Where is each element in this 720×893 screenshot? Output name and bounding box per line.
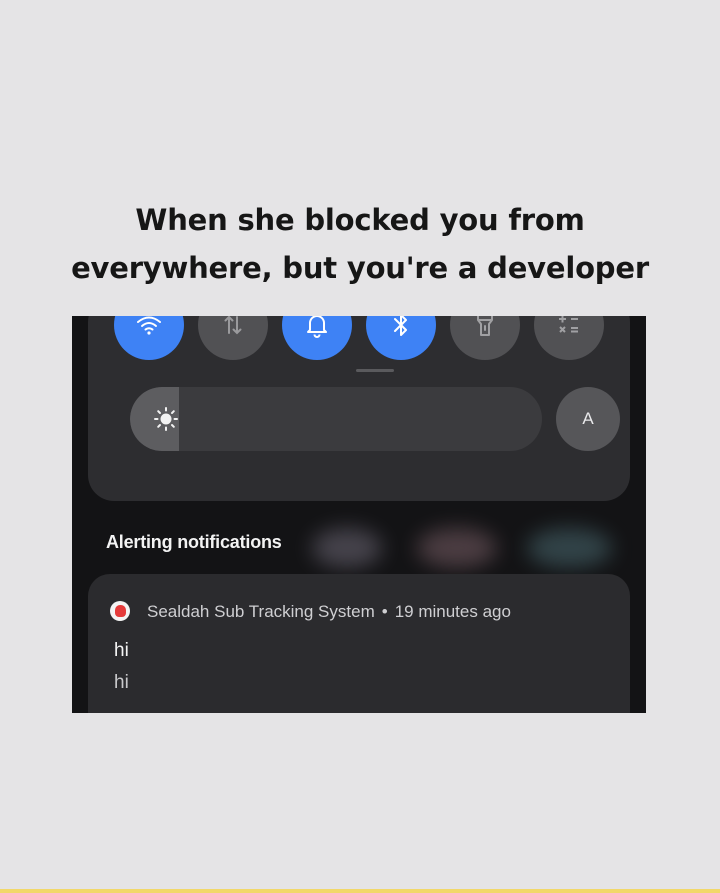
app-icon [110,601,130,621]
calculator-toggle[interactable] [534,316,604,360]
bottom-accent-line [0,889,720,893]
bluetooth-toggle[interactable] [366,316,436,360]
mobile-data-toggle[interactable] [198,316,268,360]
notification-title: hi [114,640,129,661]
alerting-notifications-header: Alerting notifications [106,532,282,552]
sound-toggle[interactable] [282,316,352,360]
auto-brightness-button[interactable]: A [556,387,620,451]
bluetooth-icon [394,316,407,336]
notification-card[interactable]: Sealdah Sub Tracking System • 19 minutes a… [88,574,630,713]
flashlight-icon [477,316,493,336]
panel-drag-handle[interactable] [356,369,394,372]
brightness-slider[interactable] [130,387,542,451]
phone-screenshot: A Alerting notifications Sealdah Sub Tra… [72,316,646,713]
notification-time: 19 minutes ago [394,602,511,621]
wifi-toggle[interactable] [114,316,184,360]
notification-header: Sealdah Sub Tracking System • 19 minutes a… [147,602,511,622]
caption-line-1: When she blocked you from [135,203,585,237]
separator-dot: • [381,602,388,621]
brightness-icon [152,405,180,433]
caption-line-2: everywhere, but you're a developer [71,251,649,285]
flashlight-toggle[interactable] [450,316,520,360]
calculator-icon [559,316,578,333]
app-name: Sealdah Sub Tracking System [147,602,375,621]
mobile-data-icon [224,316,242,335]
blurred-background [417,528,497,568]
blurred-background [312,528,382,568]
blurred-background [527,528,612,568]
bell-icon [307,316,327,338]
notification-body: hi [114,672,129,693]
quick-settings-panel: A [88,316,630,501]
wifi-icon [137,316,161,335]
meme-caption: When she blocked you from everywhere, bu… [0,196,720,292]
